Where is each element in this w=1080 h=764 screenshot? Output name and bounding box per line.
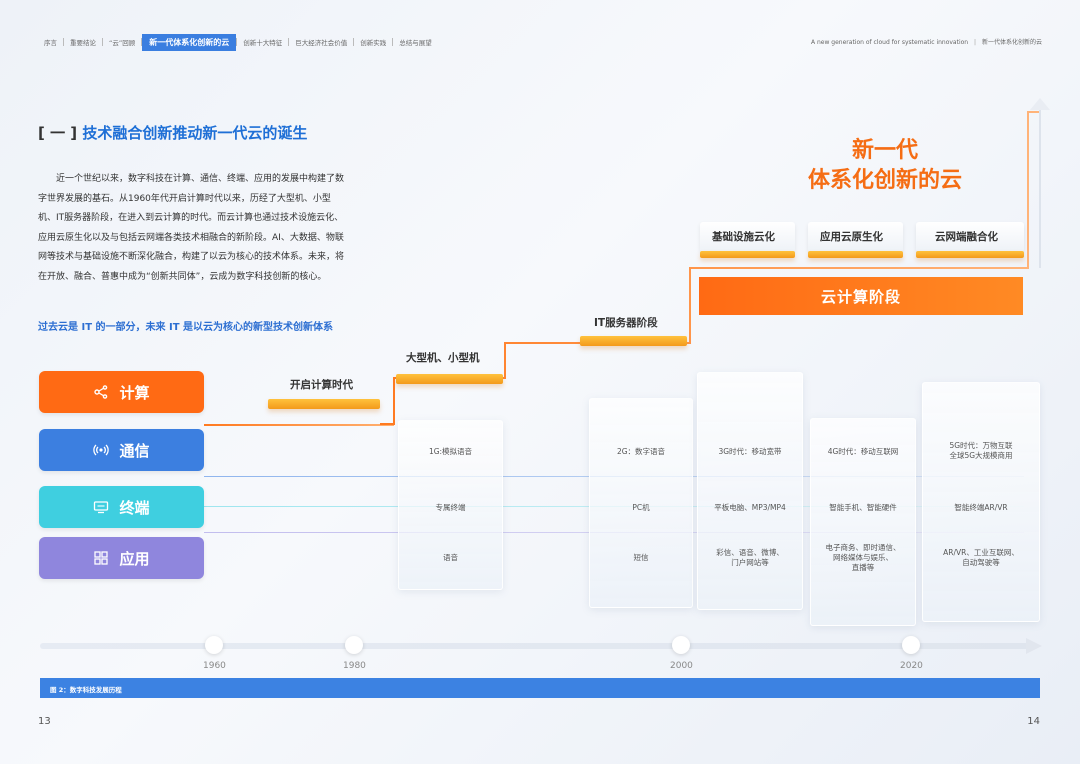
- column-terminal-text: 智能手机、智能硬件: [829, 503, 897, 512]
- column-app-text: 彩信、语音、微博、 门户网站等: [716, 548, 784, 567]
- timeline-year: 1960: [203, 661, 226, 671]
- step-label-it-server: IT服务器阶段: [594, 317, 658, 329]
- substage-infrastructure: 基础设施云化: [712, 231, 775, 243]
- column-comm-text: 3G时代：移动宽带: [718, 447, 782, 456]
- step-label-mainframe: 大型机、小型机: [406, 352, 480, 364]
- column-terminal-text: 智能终端AR/VR: [954, 503, 1008, 512]
- column-5g: 5G时代：万物互联 全球5G大规模商用 智能终端AR/VR AR/VR、工业互联…: [922, 382, 1040, 622]
- column-comm-text: 5G时代：万物互联 全球5G大规模商用: [949, 441, 1013, 460]
- column-app-text: 电子商务、即时通信、 网络媒体与娱乐、 直播等: [825, 543, 901, 572]
- step-platform: [396, 374, 503, 384]
- new-cloud-title: 新一代 体系化创新的云: [800, 136, 970, 196]
- timeline-dot: [902, 636, 920, 654]
- cloud-computing-stage: 云计算阶段: [699, 277, 1023, 315]
- column-terminal-text: 平板电脑、MP3/MP4: [714, 503, 786, 512]
- substage-base: [916, 251, 1024, 258]
- timeline-dot: [672, 636, 690, 654]
- figure-caption-bar: [40, 678, 1040, 698]
- timeline-dot: [205, 636, 223, 654]
- column-terminal-text: 专属终端: [435, 503, 466, 512]
- step-platform: [580, 336, 687, 346]
- column-app-text: 语音: [443, 553, 458, 562]
- column-1g: 1G:模拟语音 专属终端 语音: [398, 420, 503, 590]
- timeline-year: 2020: [900, 661, 923, 671]
- column-comm-text: 4G时代：移动互联网: [827, 447, 899, 456]
- column-comm-text: 2G：数字语音: [616, 447, 666, 456]
- column-comm-text: 1G:模拟语音: [428, 447, 473, 456]
- timeline-dot: [345, 636, 363, 654]
- column-4g: 4G时代：移动互联网 智能手机、智能硬件 电子商务、即时通信、 网络媒体与娱乐、…: [810, 418, 916, 626]
- column-app-text: 短信: [633, 553, 649, 562]
- page-number-left: 13: [38, 716, 51, 727]
- step-label-computing-era: 开启计算时代: [290, 379, 353, 391]
- timeline-year: 2000: [670, 661, 693, 671]
- substage-base: [808, 251, 903, 258]
- timeline-track: [40, 643, 1030, 649]
- substage-base: [700, 251, 795, 258]
- timeline-arrow-icon: [1026, 638, 1042, 654]
- column-2g: 2G：数字语音 PC机 短信: [589, 398, 693, 608]
- column-3g: 3G时代：移动宽带 平板电脑、MP3/MP4 彩信、语音、微博、 门户网站等: [697, 372, 803, 610]
- new-cloud-title-line2: 体系化创新的云: [807, 168, 962, 193]
- figure-caption: 图 2：数字科技发展历程: [50, 686, 122, 694]
- column-app-text: AR/VR、工业互联网、 自动驾驶等: [943, 548, 1019, 567]
- substage-cloud-native: 应用云原生化: [820, 231, 883, 243]
- timeline-year: 1980: [343, 661, 366, 671]
- page-number-right: 14: [1027, 716, 1040, 727]
- substage-cloud-network-edge: 云网端融合化: [935, 231, 998, 243]
- column-terminal-text: PC机: [632, 503, 650, 512]
- new-cloud-title-line1: 新一代: [851, 138, 918, 163]
- step-platform: [268, 399, 380, 409]
